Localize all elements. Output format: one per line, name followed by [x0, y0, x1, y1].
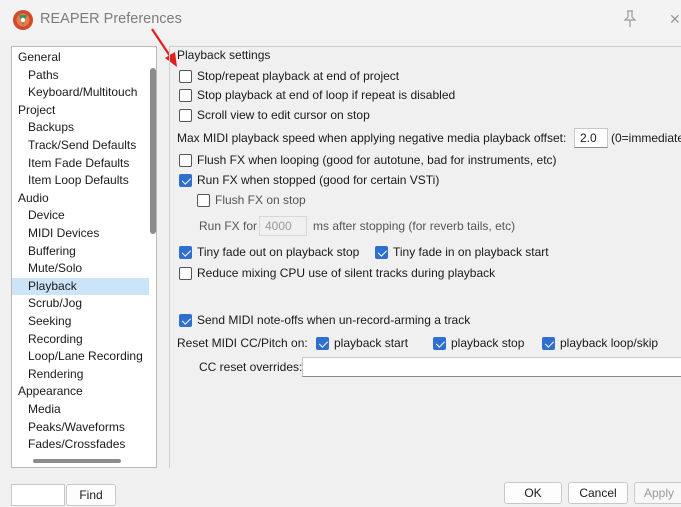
reset-playback-stop-checkbox[interactable]	[433, 337, 446, 350]
scroll-view-cursor-checkbox[interactable]	[179, 109, 192, 122]
reaper-preferences-window: REAPER Preferences ✕ General Paths Keyboar…	[0, 0, 681, 507]
flush-fx-looping-checkbox[interactable]	[179, 154, 192, 167]
apply-button[interactable]: Apply	[634, 482, 681, 504]
run-fx-for-input[interactable]: 4000	[259, 216, 307, 236]
reset-playback-stop-label[interactable]: playback stop	[451, 336, 524, 350]
max-midi-speed-hint: (0=immediate)	[611, 131, 681, 145]
category-item-mute-solo[interactable]: Mute/Solo	[12, 260, 149, 278]
tiny-fade-in-label[interactable]: Tiny fade in on playback start	[393, 245, 549, 259]
cancel-button[interactable]: Cancel	[568, 482, 628, 504]
category-item-midi-devices[interactable]: MIDI Devices	[12, 225, 149, 243]
tiny-fade-out-label[interactable]: Tiny fade out on playback stop	[197, 245, 359, 259]
category-item-rendering[interactable]: Rendering	[12, 366, 149, 384]
category-item-project[interactable]: Project	[12, 102, 149, 120]
category-item-seeking[interactable]: Seeking	[12, 313, 149, 331]
flush-fx-stop-label[interactable]: Flush FX on stop	[215, 193, 306, 207]
scroll-view-cursor-label[interactable]: Scroll view to edit cursor on stop	[197, 108, 370, 122]
category-item-device[interactable]: Device	[12, 207, 149, 225]
category-item-track-send-defaults[interactable]: Track/Send Defaults	[12, 137, 149, 155]
reset-midi-label: Reset MIDI CC/Pitch on:	[177, 336, 308, 350]
category-item-scrub-jog[interactable]: Scrub/Jog	[12, 295, 149, 313]
reset-playback-loop-label[interactable]: playback loop/skip	[560, 336, 658, 350]
category-item-paths[interactable]: Paths	[12, 67, 149, 85]
stop-end-of-loop-label[interactable]: Stop playback at end of loop if repeat i…	[197, 88, 455, 102]
run-fx-stopped-label[interactable]: Run FX when stopped (good for certain VS…	[197, 173, 439, 187]
category-item-playback[interactable]: Playback	[12, 277, 149, 296]
category-item-general[interactable]: General	[12, 49, 149, 67]
category-item-item-loop-defaults[interactable]: Item Loop Defaults	[12, 172, 149, 190]
send-midi-noteoffs-label[interactable]: Send MIDI note-offs when un-record-armin…	[197, 313, 470, 327]
reaper-logo-icon	[13, 10, 33, 30]
find-button[interactable]: Find	[66, 484, 116, 506]
reduce-cpu-checkbox[interactable]	[179, 267, 192, 280]
reset-playback-loop-checkbox[interactable]	[542, 337, 555, 350]
ok-button[interactable]: OK	[504, 482, 562, 504]
category-item-fades-crossfades[interactable]: Fades/Crossfades	[12, 436, 149, 454]
category-item-peaks-waveforms[interactable]: Peaks/Waveforms	[12, 419, 149, 437]
category-item-media[interactable]: Media	[12, 401, 149, 419]
tiny-fade-out-checkbox[interactable]	[179, 246, 192, 259]
max-midi-speed-label: Max MIDI playback speed when applying ne…	[177, 131, 567, 145]
pin-icon[interactable]	[620, 9, 640, 29]
category-item-recording[interactable]: Recording	[12, 331, 149, 349]
category-item-appearance[interactable]: Appearance	[12, 383, 149, 401]
cc-reset-overrides-label: CC reset overrides:	[199, 360, 303, 374]
window-title: REAPER Preferences	[40, 11, 182, 27]
flush-fx-looping-label[interactable]: Flush FX when looping (good for autotune…	[197, 153, 557, 167]
stop-repeat-playback-label[interactable]: Stop/repeat playback at end of project	[197, 69, 399, 83]
close-icon[interactable]: ✕	[669, 11, 681, 28]
category-item-backups[interactable]: Backups	[12, 119, 149, 137]
reset-playback-start-label[interactable]: playback start	[334, 336, 408, 350]
tiny-fade-in-checkbox[interactable]	[375, 246, 388, 259]
category-list-horizontal-scrollbar[interactable]	[33, 459, 121, 463]
category-item-keyboard-multitouch[interactable]: Keyboard/Multitouch	[12, 84, 149, 102]
title-bar[interactable]: REAPER Preferences ✕	[0, 0, 681, 40]
run-fx-for-prefix: Run FX for	[199, 219, 258, 233]
run-fx-for-suffix: ms after stopping (for reverb tails, etc…	[313, 219, 516, 233]
stop-repeat-playback-checkbox[interactable]	[179, 70, 192, 83]
cc-reset-overrides-input[interactable]	[302, 357, 681, 377]
category-list-scrollbar[interactable]	[150, 68, 156, 234]
run-fx-stopped-checkbox[interactable]	[179, 174, 192, 187]
reset-playback-start-checkbox[interactable]	[316, 337, 329, 350]
send-midi-noteoffs-checkbox[interactable]	[179, 314, 192, 327]
category-list[interactable]: General Paths Keyboard/Multitouch Project Ba…	[11, 46, 157, 468]
category-item-item-fade-defaults[interactable]: Item Fade Defaults	[12, 155, 149, 173]
reduce-cpu-label[interactable]: Reduce mixing CPU use of silent tracks d…	[197, 266, 495, 280]
find-input[interactable]	[11, 484, 65, 506]
max-midi-speed-input[interactable]: 2.0	[574, 128, 608, 148]
flush-fx-stop-checkbox[interactable]	[197, 194, 210, 207]
section-title: Playback settings	[177, 48, 271, 62]
stop-end-of-loop-checkbox[interactable]	[179, 89, 192, 102]
category-item-audio[interactable]: Audio	[12, 190, 149, 208]
category-item-buffering[interactable]: Buffering	[12, 243, 149, 261]
category-item-loop-lane-recording[interactable]: Loop/Lane Recording	[12, 348, 149, 366]
